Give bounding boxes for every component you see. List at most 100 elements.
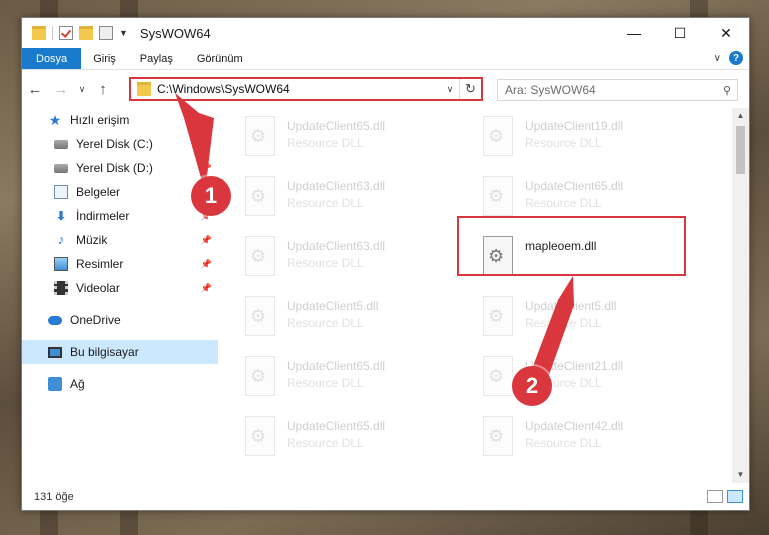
sidebar-item-local-disk-d[interactable]: Yerel Disk (D:) 📌 bbox=[22, 156, 218, 180]
pin-icon: 📌 bbox=[200, 138, 212, 149]
file-item[interactable]: UpdateClient63.dll Resource DLL bbox=[245, 236, 470, 292]
dll-file-icon bbox=[245, 416, 275, 456]
tab-file[interactable]: Dosya bbox=[22, 48, 82, 69]
sidebar-item-this-pc[interactable]: Bu bilgisayar bbox=[22, 340, 218, 364]
sidebar-item-quick-access[interactable]: ★ Hızlı erişim bbox=[22, 108, 218, 132]
file-type: Resource DLL bbox=[287, 136, 364, 150]
sidebar-item-documents[interactable]: Belgeler 📌 bbox=[22, 180, 218, 204]
dll-file-icon bbox=[483, 296, 513, 336]
sidebar-item-label: Yerel Disk (D:) bbox=[76, 161, 153, 175]
dll-file-icon bbox=[245, 176, 275, 216]
up-button[interactable]: ↑ bbox=[90, 81, 116, 98]
sidebar-item-network[interactable]: Ağ bbox=[22, 372, 218, 396]
pin-icon: 📌 bbox=[200, 162, 212, 173]
sidebar-item-label: Resimler bbox=[76, 257, 124, 271]
file-item[interactable]: UpdateClient42.dll Resource DLL bbox=[483, 416, 708, 472]
file-name: UpdateClient65.dll bbox=[287, 359, 386, 373]
disk-icon bbox=[54, 163, 68, 173]
file-item[interactable]: UpdateClient65.dll Resource DLL bbox=[245, 356, 470, 412]
search-input[interactable]: Ara: SysWOW64 bbox=[505, 83, 717, 97]
sidebar-item-label: Müzik bbox=[76, 233, 108, 247]
file-item[interactable]: UpdateClient5.dll Resource DLL bbox=[483, 296, 708, 352]
chevron-down-icon[interactable]: ∨ bbox=[441, 84, 459, 95]
new-folder-icon[interactable] bbox=[79, 26, 93, 40]
sidebar-item-onedrive[interactable]: OneDrive bbox=[22, 308, 218, 332]
title-bar: ▼ SysWOW64 — ☐ ✕ bbox=[22, 18, 749, 48]
sidebar-item-downloads[interactable]: ⬇ İndirmeler 📌 bbox=[22, 204, 218, 228]
videos-icon bbox=[54, 281, 68, 295]
file-item[interactable]: UpdateClient65.dll Resource DLL bbox=[245, 116, 470, 172]
tab-share[interactable]: Paylaş bbox=[128, 48, 185, 69]
forward-button[interactable]: → bbox=[48, 81, 74, 98]
file-item[interactable]: UpdateClient5.dll Resource DLL bbox=[245, 296, 470, 352]
file-name: UpdateClient5.dll bbox=[525, 299, 617, 313]
scroll-up-icon[interactable]: ▲ bbox=[732, 108, 749, 124]
item-count: 131 öğe bbox=[34, 491, 74, 503]
navigation-pane: ★ Hızlı erişim Yerel Disk (C:) 📌 Yerel D… bbox=[22, 108, 218, 483]
file-type: Resource DLL bbox=[287, 316, 364, 330]
address-path[interactable]: C:\Windows\SysWOW64 bbox=[157, 82, 441, 96]
file-item[interactable]: UpdateClient19.dll Resource DLL bbox=[483, 116, 708, 172]
file-item[interactable]: UpdateClient65.dll Resource DLL bbox=[245, 416, 470, 472]
minimize-button[interactable]: — bbox=[611, 18, 657, 48]
refresh-button[interactable]: ↻ bbox=[459, 79, 481, 99]
sidebar-item-pictures[interactable]: Resimler 📌 bbox=[22, 252, 218, 276]
callout-2: 2 bbox=[512, 366, 552, 406]
file-item[interactable]: UpdateClient63.dll Resource DLL bbox=[245, 176, 470, 232]
file-name: UpdateClient65.dll bbox=[525, 179, 624, 193]
sidebar-item-label: OneDrive bbox=[70, 313, 121, 327]
ribbon-right-controls: ∨ ? bbox=[714, 51, 743, 65]
address-bar[interactable]: C:\Windows\SysWOW64 ∨ ↻ bbox=[129, 77, 483, 101]
help-icon[interactable]: ? bbox=[729, 51, 743, 65]
details-view-icon[interactable] bbox=[707, 490, 723, 503]
sidebar-item-local-disk-c[interactable]: Yerel Disk (C:) 📌 bbox=[22, 132, 218, 156]
tab-home[interactable]: Giriş bbox=[81, 48, 128, 69]
folder-icon bbox=[32, 26, 46, 40]
star-icon: ★ bbox=[48, 112, 62, 128]
file-type: Resource DLL bbox=[525, 316, 602, 330]
sidebar-item-music[interactable]: ♪ Müzik 📌 bbox=[22, 228, 218, 252]
recent-locations-button[interactable]: ∨ bbox=[74, 84, 90, 95]
window-controls: — ☐ ✕ bbox=[611, 18, 749, 48]
download-icon: ⬇ bbox=[55, 209, 67, 223]
sidebar-item-label: İndirmeler bbox=[76, 209, 130, 223]
status-bar: 131 öğe bbox=[22, 484, 749, 510]
dll-file-icon bbox=[483, 356, 513, 396]
properties-icon[interactable] bbox=[59, 26, 73, 40]
dll-file-icon bbox=[483, 416, 513, 456]
sidebar-item-videos[interactable]: Videolar 📌 bbox=[22, 276, 218, 300]
folder-icon bbox=[137, 82, 151, 96]
file-type: Resource DLL bbox=[287, 436, 364, 450]
file-name: UpdateClient19.dll bbox=[525, 119, 624, 133]
view-toggle bbox=[707, 490, 743, 503]
search-icon[interactable]: ⚲ bbox=[717, 84, 737, 97]
large-icons-view-icon[interactable] bbox=[727, 490, 743, 503]
scroll-down-icon[interactable]: ▼ bbox=[732, 467, 749, 483]
dll-file-icon bbox=[245, 236, 275, 276]
file-list: UpdateClient65.dll Resource DLL UpdateCli… bbox=[227, 108, 739, 483]
scroll-thumb[interactable] bbox=[736, 126, 745, 174]
file-name: UpdateClient63.dll bbox=[287, 179, 386, 193]
customize-toolbar-icon[interactable] bbox=[99, 26, 113, 40]
back-button[interactable]: ← bbox=[22, 81, 48, 98]
navigation-bar: ← → ∨ ↑ C:\Windows\SysWOW64 ∨ ↻ Ara: Sys… bbox=[22, 70, 749, 108]
file-name: UpdateClient5.dll bbox=[287, 299, 379, 313]
file-type: Resource DLL bbox=[525, 136, 602, 150]
dll-file-icon bbox=[483, 176, 513, 216]
dll-file-icon bbox=[483, 116, 513, 156]
window-title: SysWOW64 bbox=[139, 25, 211, 41]
vertical-scrollbar[interactable]: ▲ ▼ bbox=[732, 108, 749, 483]
maximize-button[interactable]: ☐ bbox=[657, 18, 703, 48]
close-button[interactable]: ✕ bbox=[703, 18, 749, 48]
dll-file-icon bbox=[245, 116, 275, 156]
expand-ribbon-icon[interactable]: ∨ bbox=[714, 53, 721, 64]
chevron-down-icon[interactable]: ▼ bbox=[119, 28, 128, 38]
sidebar-item-label: Hızlı erişim bbox=[70, 113, 130, 127]
file-name: UpdateClient42.dll bbox=[525, 419, 624, 433]
callout-1: 1 bbox=[191, 176, 231, 216]
network-icon bbox=[48, 377, 62, 391]
search-box[interactable]: Ara: SysWOW64 ⚲ bbox=[497, 79, 738, 101]
pin-icon: 📌 bbox=[200, 282, 212, 293]
tab-view[interactable]: Görünüm bbox=[185, 48, 255, 69]
